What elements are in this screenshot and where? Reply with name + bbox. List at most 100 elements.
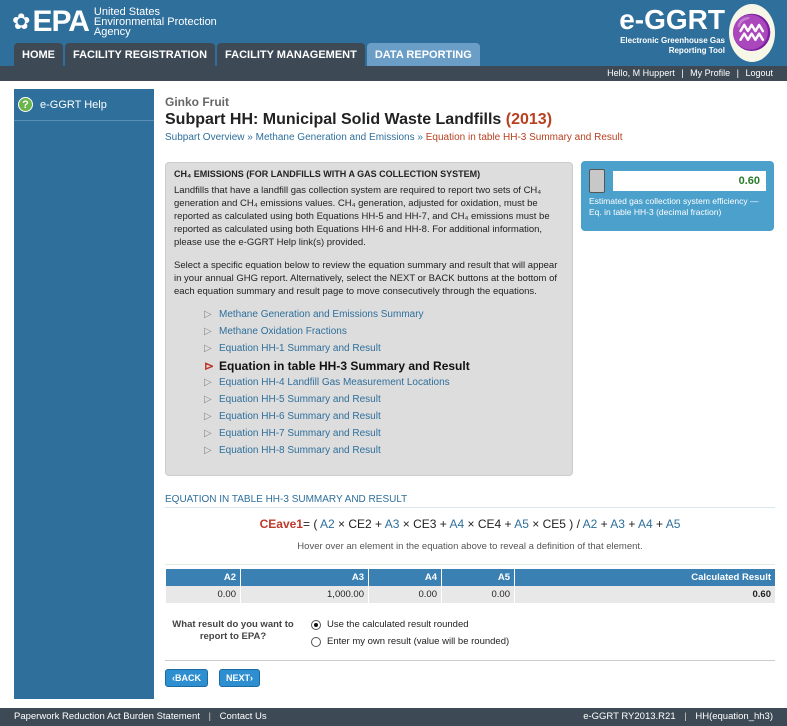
list-item-eq-hh3-current: ⊳ Equation in table HH-3 Summary and Resu… [204,358,470,373]
breadcrumb-methane-generation[interactable]: Methane Generation and Emissions [256,132,415,143]
separator: | [684,711,687,722]
option-enter-own[interactable]: Enter my own result (value will be round… [311,636,509,647]
separator: | [208,711,211,722]
arrow-right-icon: ▷ [204,309,212,320]
app-title: e-GGRT [619,4,725,35]
cell-a2: 0.00 [165,586,241,603]
breadcrumb-current: Equation in table HH-3 Summary and Resul… [425,132,623,143]
result-value: 0.60 [613,171,766,191]
my-profile-link[interactable]: My Profile [690,68,730,78]
eq-term-a3-den[interactable]: A3 [610,517,625,531]
radio-enter-own[interactable] [311,636,321,647]
eq-term-a5-den[interactable]: A5 [666,517,681,531]
list-item-oxidation-fractions[interactable]: ▷ Methane Oxidation Fractions [204,323,564,340]
col-header-a3: A3 [240,569,369,586]
epa-wordmark: EPA [32,5,89,38]
list-item-eq-hh4[interactable]: ▷ Equation HH-4 Landfill Gas Measurement … [204,374,564,391]
col-header-a5: A5 [441,569,515,586]
separator: | [736,68,739,78]
eq-term-a4-den[interactable]: A4 [638,517,653,531]
list-item-eq-hh6[interactable]: ▷ Equation HH-6 Summary and Result [204,408,564,425]
list-item-eq-hh5[interactable]: ▷ Equation HH-5 Summary and Result [204,391,564,408]
cell-a5: 0.00 [441,586,515,603]
footer-left: Paperwork Reduction Act Burden Statement… [14,711,267,723]
results-table: A2 A3 A4 A5 Calculated Result 0.00 1,000… [165,569,775,603]
arrow-right-icon: ▷ [204,445,212,456]
page-id-label: HH(equation_hh3) [695,711,773,722]
main-content: Ginko Fruit Subpart HH: Municipal Solid … [165,95,775,687]
result-description: Estimated gas collection system efficien… [589,196,759,217]
tab-facility-management[interactable]: FACILITY MANAGEMENT [217,43,365,66]
list-item-eq-hh1[interactable]: ▷ Equation HH-1 Summary and Result [204,340,564,357]
contact-us-link[interactable]: Contact Us [220,711,267,722]
eq-term-a2-den[interactable]: A2 [583,517,598,531]
equation-section: EQUATION IN TABLE HH-3 SUMMARY AND RESUL… [165,494,775,572]
col-header-a4: A4 [368,569,442,586]
sidebar-item-label: e-GGRT Help [40,98,107,111]
navigation-buttons: ‹BACK NEXT› [165,660,775,687]
cell-calculated-result: 0.60 [514,586,775,603]
equation-formula: CEave1= ( A2 × CE2 + A3 × CE3 + A4 × CE4… [259,517,681,531]
reporting-year: (2013) [505,111,553,128]
eq-term-a2[interactable]: A2 [320,517,335,531]
separator: | [681,68,684,78]
next-arrow-icon: › [250,673,254,683]
col-header-a2: A2 [165,569,241,586]
page-title: Subpart HH: Municipal Solid Waste Landfi… [165,111,553,128]
tab-home[interactable]: HOME [14,43,63,66]
calculator-icon [589,169,605,193]
col-header-calculated-result: Calculated Result [514,569,775,586]
equation-hint: Hover over an element in the equation ab… [297,541,643,552]
eq-term-a3[interactable]: A3 [385,517,400,531]
main-nav: HOME FACILITY REGISTRATION FACILITY MANA… [0,43,787,66]
info-panel: CH₄ EMISSIONS (FOR LANDFILLS WITH A GAS … [165,162,573,476]
cell-a4: 0.00 [368,586,442,603]
epa-logo[interactable]: ✿ EPA United States Environmental Protec… [12,5,217,39]
arrow-right-icon: ▷ [204,343,212,354]
user-bar: Hello, M Huppert | My Profile | Logout [0,66,787,81]
equation-header: EQUATION IN TABLE HH-3 SUMMARY AND RESUL… [165,494,775,508]
epa-flower-icon: ✿ [12,9,31,34]
sidebar-item-help[interactable]: ? e-GGRT Help [14,89,154,121]
info-heading: CH₄ EMISSIONS (FOR LANDFILLS WITH A GAS … [174,169,481,179]
facility-name: Ginko Fruit [165,95,229,109]
option-use-calculated[interactable]: Use the calculated result rounded [311,619,509,630]
equation-list: ▷ Methane Generation and Emissions Summar… [174,306,564,459]
cell-a3: 1,000.00 [240,586,369,603]
arrow-right-icon: ▷ [204,411,212,422]
tab-facility-registration[interactable]: FACILITY REGISTRATION [65,43,216,66]
footer: Paperwork Reduction Act Burden Statement… [0,708,787,726]
result-box: 0.60 Estimated gas collection system eff… [581,161,774,231]
sidebar: ? e-GGRT Help [14,89,154,699]
footer-right: e-GGRT RY2013.R21 | HH(equation_hh3) [583,711,773,723]
arrow-right-icon: ▷ [204,428,212,439]
breadcrumb-subpart-overview[interactable]: Subpart Overview [165,132,244,143]
eq-term-a5[interactable]: A5 [514,517,529,531]
help-icon: ? [18,97,33,112]
arrow-right-icon: ▷ [204,326,212,337]
table-row: 0.00 1,000.00 0.00 0.00 0.60 [165,586,775,603]
equation-lhs[interactable]: CEave1 [260,517,303,531]
report-choice-options: Use the calculated result rounded Enter … [311,619,509,653]
paperwork-link[interactable]: Paperwork Reduction Act Burden Statement [14,711,200,722]
info-paragraph-1: Landfills that have a landfill gas colle… [174,185,550,248]
version-label: e-GGRT RY2013.R21 [583,711,676,722]
user-greeting: Hello, M Huppert [607,68,675,78]
table-header-row: A2 A3 A4 A5 Calculated Result [165,569,775,586]
arrow-right-icon: ▷ [204,394,212,405]
epa-agency-name: United States Environmental Protection A… [93,6,217,38]
report-choice: What result do you want to report to EPA… [165,619,775,653]
back-button[interactable]: ‹BACK [165,669,208,687]
radio-use-calculated[interactable] [311,619,321,630]
list-item-methane-summary[interactable]: ▷ Methane Generation and Emissions Summar… [204,306,564,323]
list-item-eq-hh7[interactable]: ▷ Equation HH-7 Summary and Result [204,425,564,442]
breadcrumb: Subpart Overview » Methane Generation an… [165,132,623,143]
tab-data-reporting[interactable]: DATA REPORTING [366,43,480,66]
arrow-right-icon: ▷ [204,377,212,388]
list-item-eq-hh8[interactable]: ▷ Equation HH-8 Summary and Result [204,442,564,459]
next-button[interactable]: NEXT› [219,669,261,687]
logout-link[interactable]: Logout [745,68,773,78]
info-paragraph-2: Select a specific equation below to revi… [174,260,558,297]
eq-term-a4[interactable]: A4 [449,517,464,531]
report-choice-question: What result do you want to report to EPA… [172,619,294,642]
